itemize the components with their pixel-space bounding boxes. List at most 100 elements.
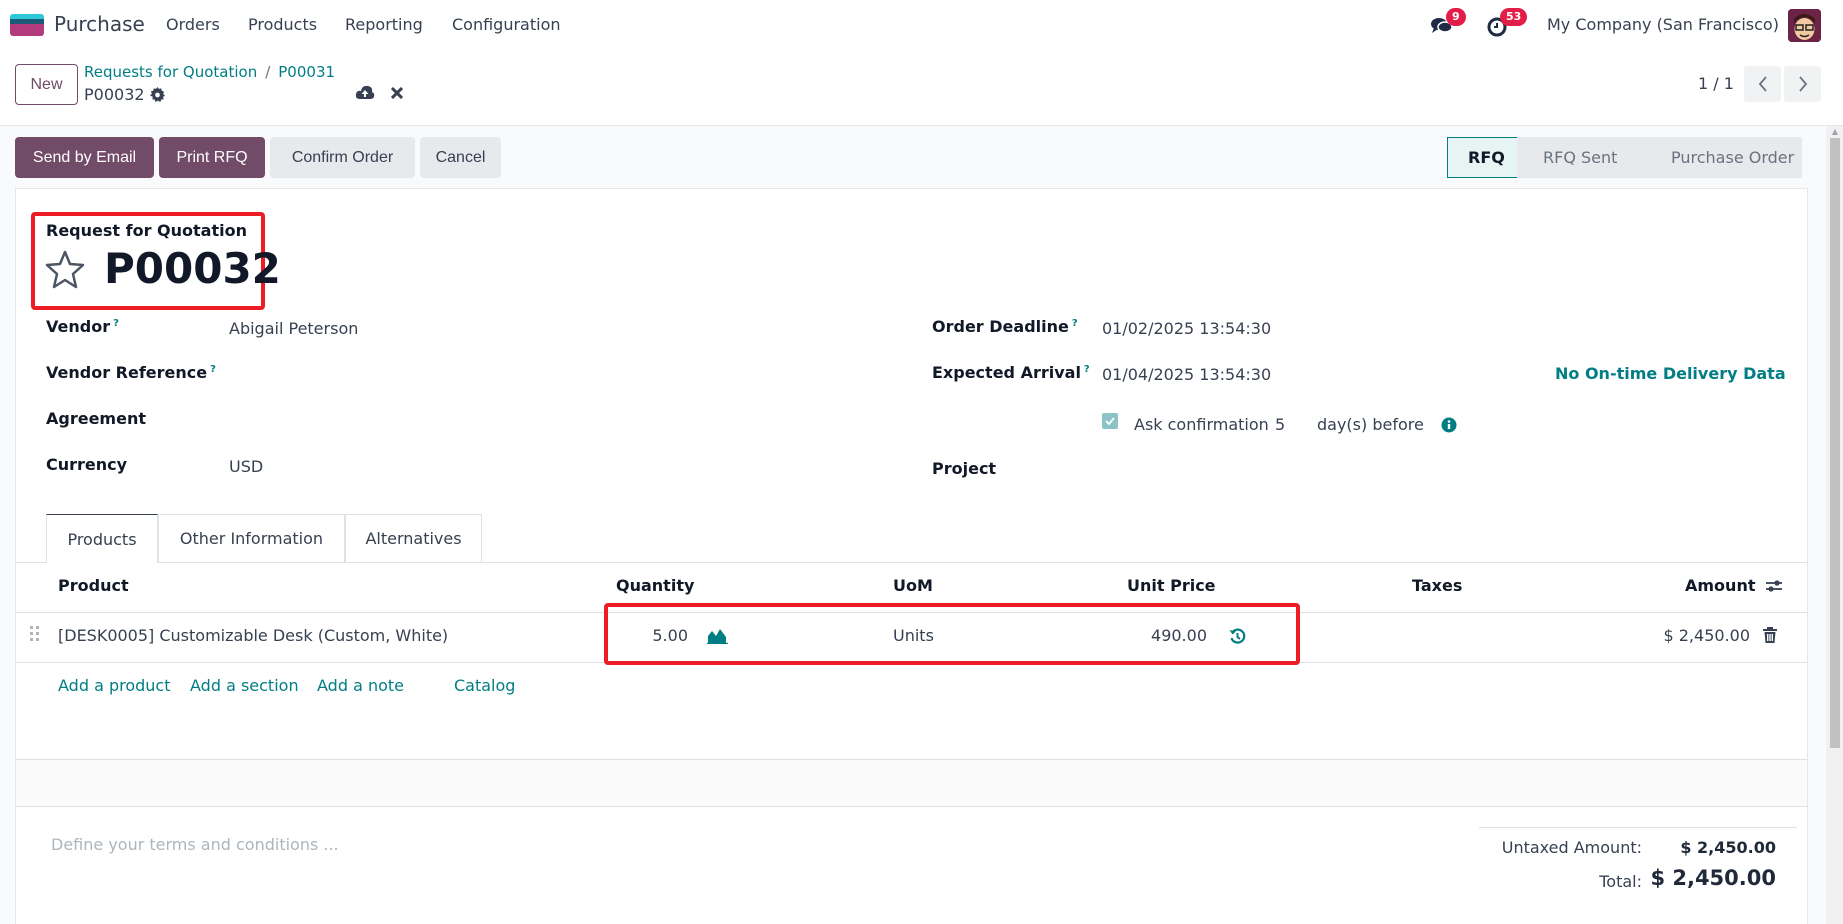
ask-confirmation-label: Ask confirmation <box>1134 415 1269 434</box>
untaxed-amount-value: $ 2,450.00 <box>1680 838 1776 857</box>
confirm-order-button[interactable]: Confirm Order <box>270 137 415 178</box>
line-product[interactable]: [DESK0005] Customizable Desk (Custom, Wh… <box>58 626 448 645</box>
expected-arrival-label: Expected Arrival? <box>932 363 1090 382</box>
scrollbar-thumb[interactable] <box>1830 138 1840 748</box>
user-avatar[interactable] <box>1788 9 1821 42</box>
column-unit-price[interactable]: Unit Price <box>1127 576 1216 595</box>
breadcrumb: Requests for Quotation / P00031 <box>84 63 335 81</box>
breadcrumb-p00031[interactable]: P00031 <box>278 63 335 81</box>
tab-other-information[interactable]: Other Information <box>158 514 345 562</box>
reminder-days-suffix: day(s) before <box>1317 415 1424 434</box>
send-by-email-button[interactable]: Send by Email <box>15 137 154 178</box>
column-quantity[interactable]: Quantity <box>616 576 694 595</box>
tab-products-label: Products <box>67 529 137 549</box>
reminder-days-input[interactable]: 5 <box>1275 415 1315 434</box>
expected-arrival-label-text: Expected Arrival <box>932 363 1081 382</box>
cancel-button[interactable]: Cancel <box>420 137 501 178</box>
star-icon[interactable] <box>44 249 86 289</box>
totals-divider <box>1479 827 1797 828</box>
stage-rfq-label: RFQ <box>1468 148 1505 167</box>
tab-alternatives[interactable]: Alternatives <box>345 514 482 562</box>
agreement-field[interactable] <box>229 409 829 431</box>
messages-badge: 9 <box>1446 8 1466 26</box>
agreement-label: Agreement <box>46 409 146 428</box>
vendor-field[interactable]: Abigail Peterson <box>229 319 358 338</box>
control-panel: New Requests for Quotation / P00031 P00032… <box>0 50 1843 126</box>
project-field[interactable] <box>1102 459 1702 481</box>
vendor-label: Vendor? <box>46 317 119 336</box>
order-deadline-field[interactable]: 01/02/2025 13:54:30 <box>1102 319 1271 338</box>
total-label: Total: <box>1599 872 1642 891</box>
currency-field[interactable]: USD <box>229 457 263 476</box>
order-deadline-help-icon[interactable]: ? <box>1072 318 1078 329</box>
menu-reporting[interactable]: Reporting <box>345 15 423 34</box>
pager-value[interactable]: 1 / 1 <box>1698 74 1734 93</box>
stage-purchase-order-label: Purchase Order <box>1671 148 1795 167</box>
untaxed-amount-label: Untaxed Amount: <box>1501 838 1642 857</box>
column-uom[interactable]: UoM <box>893 576 933 595</box>
stage-rfq-sent[interactable]: RFQ Sent <box>1517 137 1629 178</box>
app-name[interactable]: Purchase <box>54 12 145 36</box>
expected-arrival-field[interactable]: 01/04/2025 13:54:30 <box>1102 365 1271 384</box>
trash-icon[interactable] <box>1763 627 1777 643</box>
drag-handle-icon[interactable] <box>30 626 40 647</box>
company-switcher[interactable]: My Company (San Francisco) <box>1547 15 1779 34</box>
pager-previous-button[interactable] <box>1744 66 1781 102</box>
order-deadline-label-text: Order Deadline <box>932 317 1069 336</box>
line-taxes[interactable] <box>1412 626 1612 648</box>
tab-other-information-label: Other Information <box>179 529 324 548</box>
highlight-line-box <box>604 603 1300 665</box>
menu-products[interactable]: Products <box>248 15 317 34</box>
order-deadline-label: Order Deadline? <box>932 317 1078 336</box>
vendor-reference-label: Vendor Reference? <box>46 363 216 382</box>
app-logo-icon[interactable] <box>10 14 44 36</box>
menu-orders[interactable]: Orders <box>166 15 220 34</box>
chevron-right-icon <box>1798 76 1807 92</box>
add-note-link[interactable]: Add a note <box>317 676 404 695</box>
print-rfq-button[interactable]: Print RFQ <box>159 137 265 178</box>
menu-configuration[interactable]: Configuration <box>452 15 561 34</box>
total-value: $ 2,450.00 <box>1650 866 1776 890</box>
record-name: P00032 <box>84 85 165 104</box>
stage-purchase-order[interactable]: Purchase Order <box>1629 137 1802 178</box>
column-product[interactable]: Product <box>58 576 129 595</box>
breadcrumb-rfq-list[interactable]: Requests for Quotation <box>84 63 257 81</box>
stage-rfq[interactable]: RFQ <box>1447 137 1517 178</box>
optional-columns-icon[interactable] <box>1765 577 1783 595</box>
new-button[interactable]: New <box>15 64 78 105</box>
ask-confirmation-checkbox[interactable] <box>1102 413 1118 429</box>
currency-label: Currency <box>46 455 128 474</box>
checkmark-icon <box>1105 417 1115 425</box>
empty-row <box>16 711 1807 759</box>
terms-and-conditions-field[interactable]: Define your terms and conditions ... <box>51 835 339 854</box>
record-title: P00032 <box>104 244 281 293</box>
vendor-reference-field[interactable] <box>229 363 829 385</box>
pager-next-button[interactable] <box>1784 66 1821 102</box>
top-navbar: Purchase Orders Products Reporting Confi… <box>0 0 1843 50</box>
breadcrumb-separator: / <box>265 63 271 81</box>
add-product-link[interactable]: Add a product <box>58 676 171 695</box>
empty-row <box>16 760 1807 806</box>
close-icon[interactable] <box>391 87 403 99</box>
on-time-delivery-link[interactable]: No On-time Delivery Data <box>1555 364 1786 383</box>
vendor-help-icon[interactable]: ? <box>113 318 119 329</box>
project-label: Project <box>932 459 997 478</box>
tab-alternatives-label: Alternatives <box>365 529 462 548</box>
tab-products[interactable]: Products <box>46 514 158 563</box>
scroll-up-arrow-icon[interactable]: ▲ <box>1830 128 1840 136</box>
catalog-link[interactable]: Catalog <box>454 676 515 695</box>
vendor-reference-help-icon[interactable]: ? <box>210 364 216 375</box>
activities-badge: 53 <box>1500 8 1528 26</box>
add-section-link[interactable]: Add a section <box>190 676 299 695</box>
gear-icon[interactable] <box>149 87 165 102</box>
info-icon[interactable] <box>1441 417 1457 433</box>
column-amount[interactable]: Amount <box>1685 576 1755 595</box>
expected-arrival-help-icon[interactable]: ? <box>1084 364 1090 375</box>
stage-rfq-sent-label: RFQ Sent <box>1543 148 1618 167</box>
chevron-left-icon <box>1758 76 1767 92</box>
cloud-upload-icon[interactable] <box>355 84 375 100</box>
vendor-label-text: Vendor <box>46 317 111 336</box>
column-taxes[interactable]: Taxes <box>1412 576 1462 595</box>
vendor-reference-label-text: Vendor Reference <box>46 363 208 382</box>
tabs-divider <box>16 562 1807 563</box>
